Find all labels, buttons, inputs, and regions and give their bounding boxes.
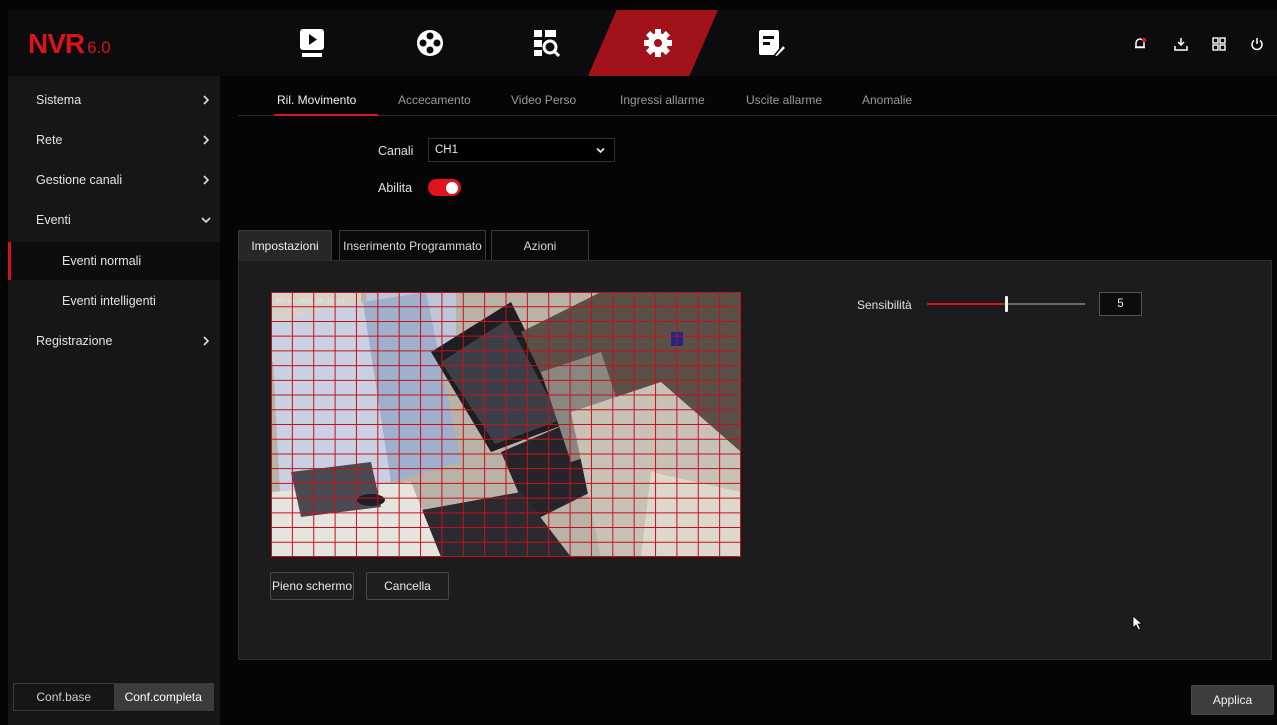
search-file-icon[interactable] [524,22,568,64]
mouse-cursor-icon [1132,615,1144,631]
chevron-right-icon [203,95,210,105]
chevron-right-icon [203,135,210,145]
tab-video-perso[interactable]: Video Perso [511,93,576,107]
sensitivity-label: Sensibilità [857,298,912,312]
sidebar-item-label: Rete [36,133,63,147]
sidebar-item-rete[interactable]: Rete [8,121,220,159]
chevron-right-icon [203,336,210,346]
sidebar-item-label: Gestione canali [36,173,123,187]
active-tab-indicator [274,114,378,116]
settings-panel: 07-10-2023 20:15:11 Sensibilità 5 Pieno … [238,260,1272,660]
sidebar: Sistema Rete Gestione canali Eventi Even… [8,76,220,725]
motion-detection-preview[interactable]: 07-10-2023 20:15:11 [271,292,741,557]
sidebar-item-label: Eventi [36,213,71,227]
download-icon[interactable] [1172,35,1190,53]
sidebar-item-registrazione[interactable]: Registrazione [8,322,220,360]
sensitivity-slider-thumb[interactable] [1005,296,1008,312]
chevron-down-icon [596,147,605,154]
abilita-toggle[interactable] [428,179,461,196]
subtab-inserimento-programmato[interactable]: Inserimento Programmato [339,230,486,260]
fullscreen-button[interactable]: Pieno schermo [270,572,354,600]
sensitivity-slider[interactable] [927,296,1085,312]
main-content: Ril. Movimento Accecamento Video Perso I… [220,76,1277,725]
tab-uscite-allarme[interactable]: Uscite allarme [746,93,822,107]
chevron-down-icon [201,217,211,224]
sidebar-item-label: Registrazione [36,334,113,348]
playback-icon[interactable] [290,22,334,64]
notification-bell-icon[interactable] [1131,35,1149,53]
top-bar: NVR 6.0 [8,10,1277,76]
canali-value: CH1 [435,144,459,156]
motion-grid-overlay[interactable] [271,292,741,557]
tab-ril-movimento[interactable]: Ril. Movimento [277,93,356,107]
apply-button[interactable]: Applica [1191,685,1274,715]
sidebar-item-sistema[interactable]: Sistema [8,81,220,119]
maintenance-icon[interactable] [750,22,794,64]
conf-base-button[interactable]: Conf.base [14,684,114,710]
grid-layout-icon[interactable] [1210,35,1228,53]
event-tabs: Ril. Movimento Accecamento Video Perso I… [238,76,1277,116]
tab-anomalie[interactable]: Anomalie [862,93,912,107]
canali-label: Canali [378,144,414,158]
sensitivity-value[interactable]: 5 [1099,292,1142,316]
conf-completa-button[interactable]: Conf.completa [113,684,213,710]
settings-gear-icon[interactable] [636,22,680,64]
app-logo: NVR 6.0 [28,28,111,59]
abilita-label: Abilita [378,181,413,195]
clear-button[interactable]: Cancella [366,572,449,600]
sidebar-item-eventi[interactable]: Eventi [8,201,220,239]
subtab-azioni[interactable]: Azioni [491,230,589,260]
power-icon[interactable] [1248,35,1266,53]
chevron-right-icon [203,175,210,185]
sidebar-item-eventi-intelligenti[interactable]: Eventi intelligenti [8,282,220,320]
sidebar-item-gestione-canali[interactable]: Gestione canali [8,161,220,199]
subtab-impostazioni[interactable]: Impostazioni [238,230,332,260]
sidebar-item-label: Eventi intelligenti [62,294,156,308]
sidebar-item-eventi-normali[interactable]: Eventi normali [8,242,220,280]
sidebar-item-label: Eventi normali [62,254,142,268]
tab-accecamento[interactable]: Accecamento [398,93,471,107]
sidebar-item-label: Sistema [36,93,82,107]
canali-select[interactable]: CH1 [428,138,615,162]
sensitivity-slider-fill [927,303,1006,305]
tab-ingressi-allarme[interactable]: Ingressi allarme [620,93,705,107]
film-reel-icon[interactable] [408,22,452,64]
config-mode-toggle: Conf.base Conf.completa [13,683,214,711]
